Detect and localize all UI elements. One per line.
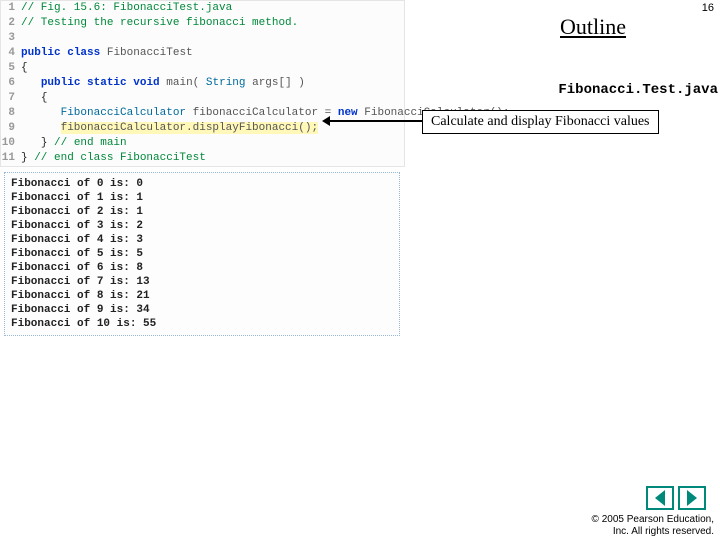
page-number: 16 bbox=[702, 2, 714, 14]
code-content: // Fig. 15.6: FibonacciTest.java bbox=[19, 1, 232, 16]
callout-arrow bbox=[330, 120, 422, 122]
code-line: 1 // Fig. 15.6: FibonacciTest.java bbox=[1, 1, 404, 16]
line-number: 4 bbox=[1, 46, 19, 61]
line-number: 10 bbox=[1, 136, 19, 151]
line-number: 11 bbox=[1, 151, 19, 166]
callout-box: Calculate and display Fibonacci values bbox=[422, 110, 659, 134]
code-content: public static void main( String args[] ) bbox=[19, 76, 305, 91]
code-line: 8 FibonacciCalculator fibonacciCalculato… bbox=[1, 106, 404, 121]
line-number: 1 bbox=[1, 1, 19, 16]
code-listing: 1 // Fig. 15.6: FibonacciTest.java 2 // … bbox=[0, 0, 405, 167]
code-line: 7 { bbox=[1, 91, 404, 106]
code-line: 5 { bbox=[1, 61, 404, 76]
code-line: 4 public class FibonacciTest bbox=[1, 46, 404, 61]
code-content: public class FibonacciTest bbox=[19, 46, 193, 61]
program-output: Fibonacci of 0 is: 0 Fibonacci of 1 is: … bbox=[4, 172, 400, 336]
outline-heading: Outline bbox=[560, 14, 626, 40]
line-number: 9 bbox=[1, 121, 19, 136]
copyright-text: © 2005 Pearson Education, Inc. All right… bbox=[592, 514, 714, 538]
code-content: } // end main bbox=[19, 136, 127, 151]
line-number: 5 bbox=[1, 61, 19, 76]
next-button[interactable] bbox=[678, 486, 706, 510]
line-number: 8 bbox=[1, 106, 19, 121]
nav-controls bbox=[646, 486, 706, 510]
code-line: 10 } // end main bbox=[1, 136, 404, 151]
copyright-line2: Inc. All rights reserved. bbox=[592, 526, 714, 538]
prev-button[interactable] bbox=[646, 486, 674, 510]
code-content bbox=[19, 31, 28, 46]
filename-label: Fibonacci.Test.java bbox=[558, 82, 718, 98]
code-content: // Testing the recursive fibonacci metho… bbox=[19, 16, 298, 31]
triangle-right-icon bbox=[687, 490, 697, 506]
code-line: 6 public static void main( String args[]… bbox=[1, 76, 404, 91]
line-number: 6 bbox=[1, 76, 19, 91]
line-number: 3 bbox=[1, 31, 19, 46]
code-content: { bbox=[19, 61, 28, 76]
copyright-line1: © 2005 Pearson Education, bbox=[592, 514, 714, 526]
code-line: 2 // Testing the recursive fibonacci met… bbox=[1, 16, 404, 31]
code-content: fibonacciCalculator.displayFibonacci(); bbox=[19, 121, 318, 136]
code-line: 3 bbox=[1, 31, 404, 46]
line-number: 2 bbox=[1, 16, 19, 31]
triangle-left-icon bbox=[655, 490, 665, 506]
code-content: { bbox=[19, 91, 47, 106]
code-line: 11 } // end class FibonacciTest bbox=[1, 151, 404, 166]
code-content: } // end class FibonacciTest bbox=[19, 151, 206, 166]
code-line: 9 fibonacciCalculator.displayFibonacci()… bbox=[1, 121, 404, 136]
line-number: 7 bbox=[1, 91, 19, 106]
